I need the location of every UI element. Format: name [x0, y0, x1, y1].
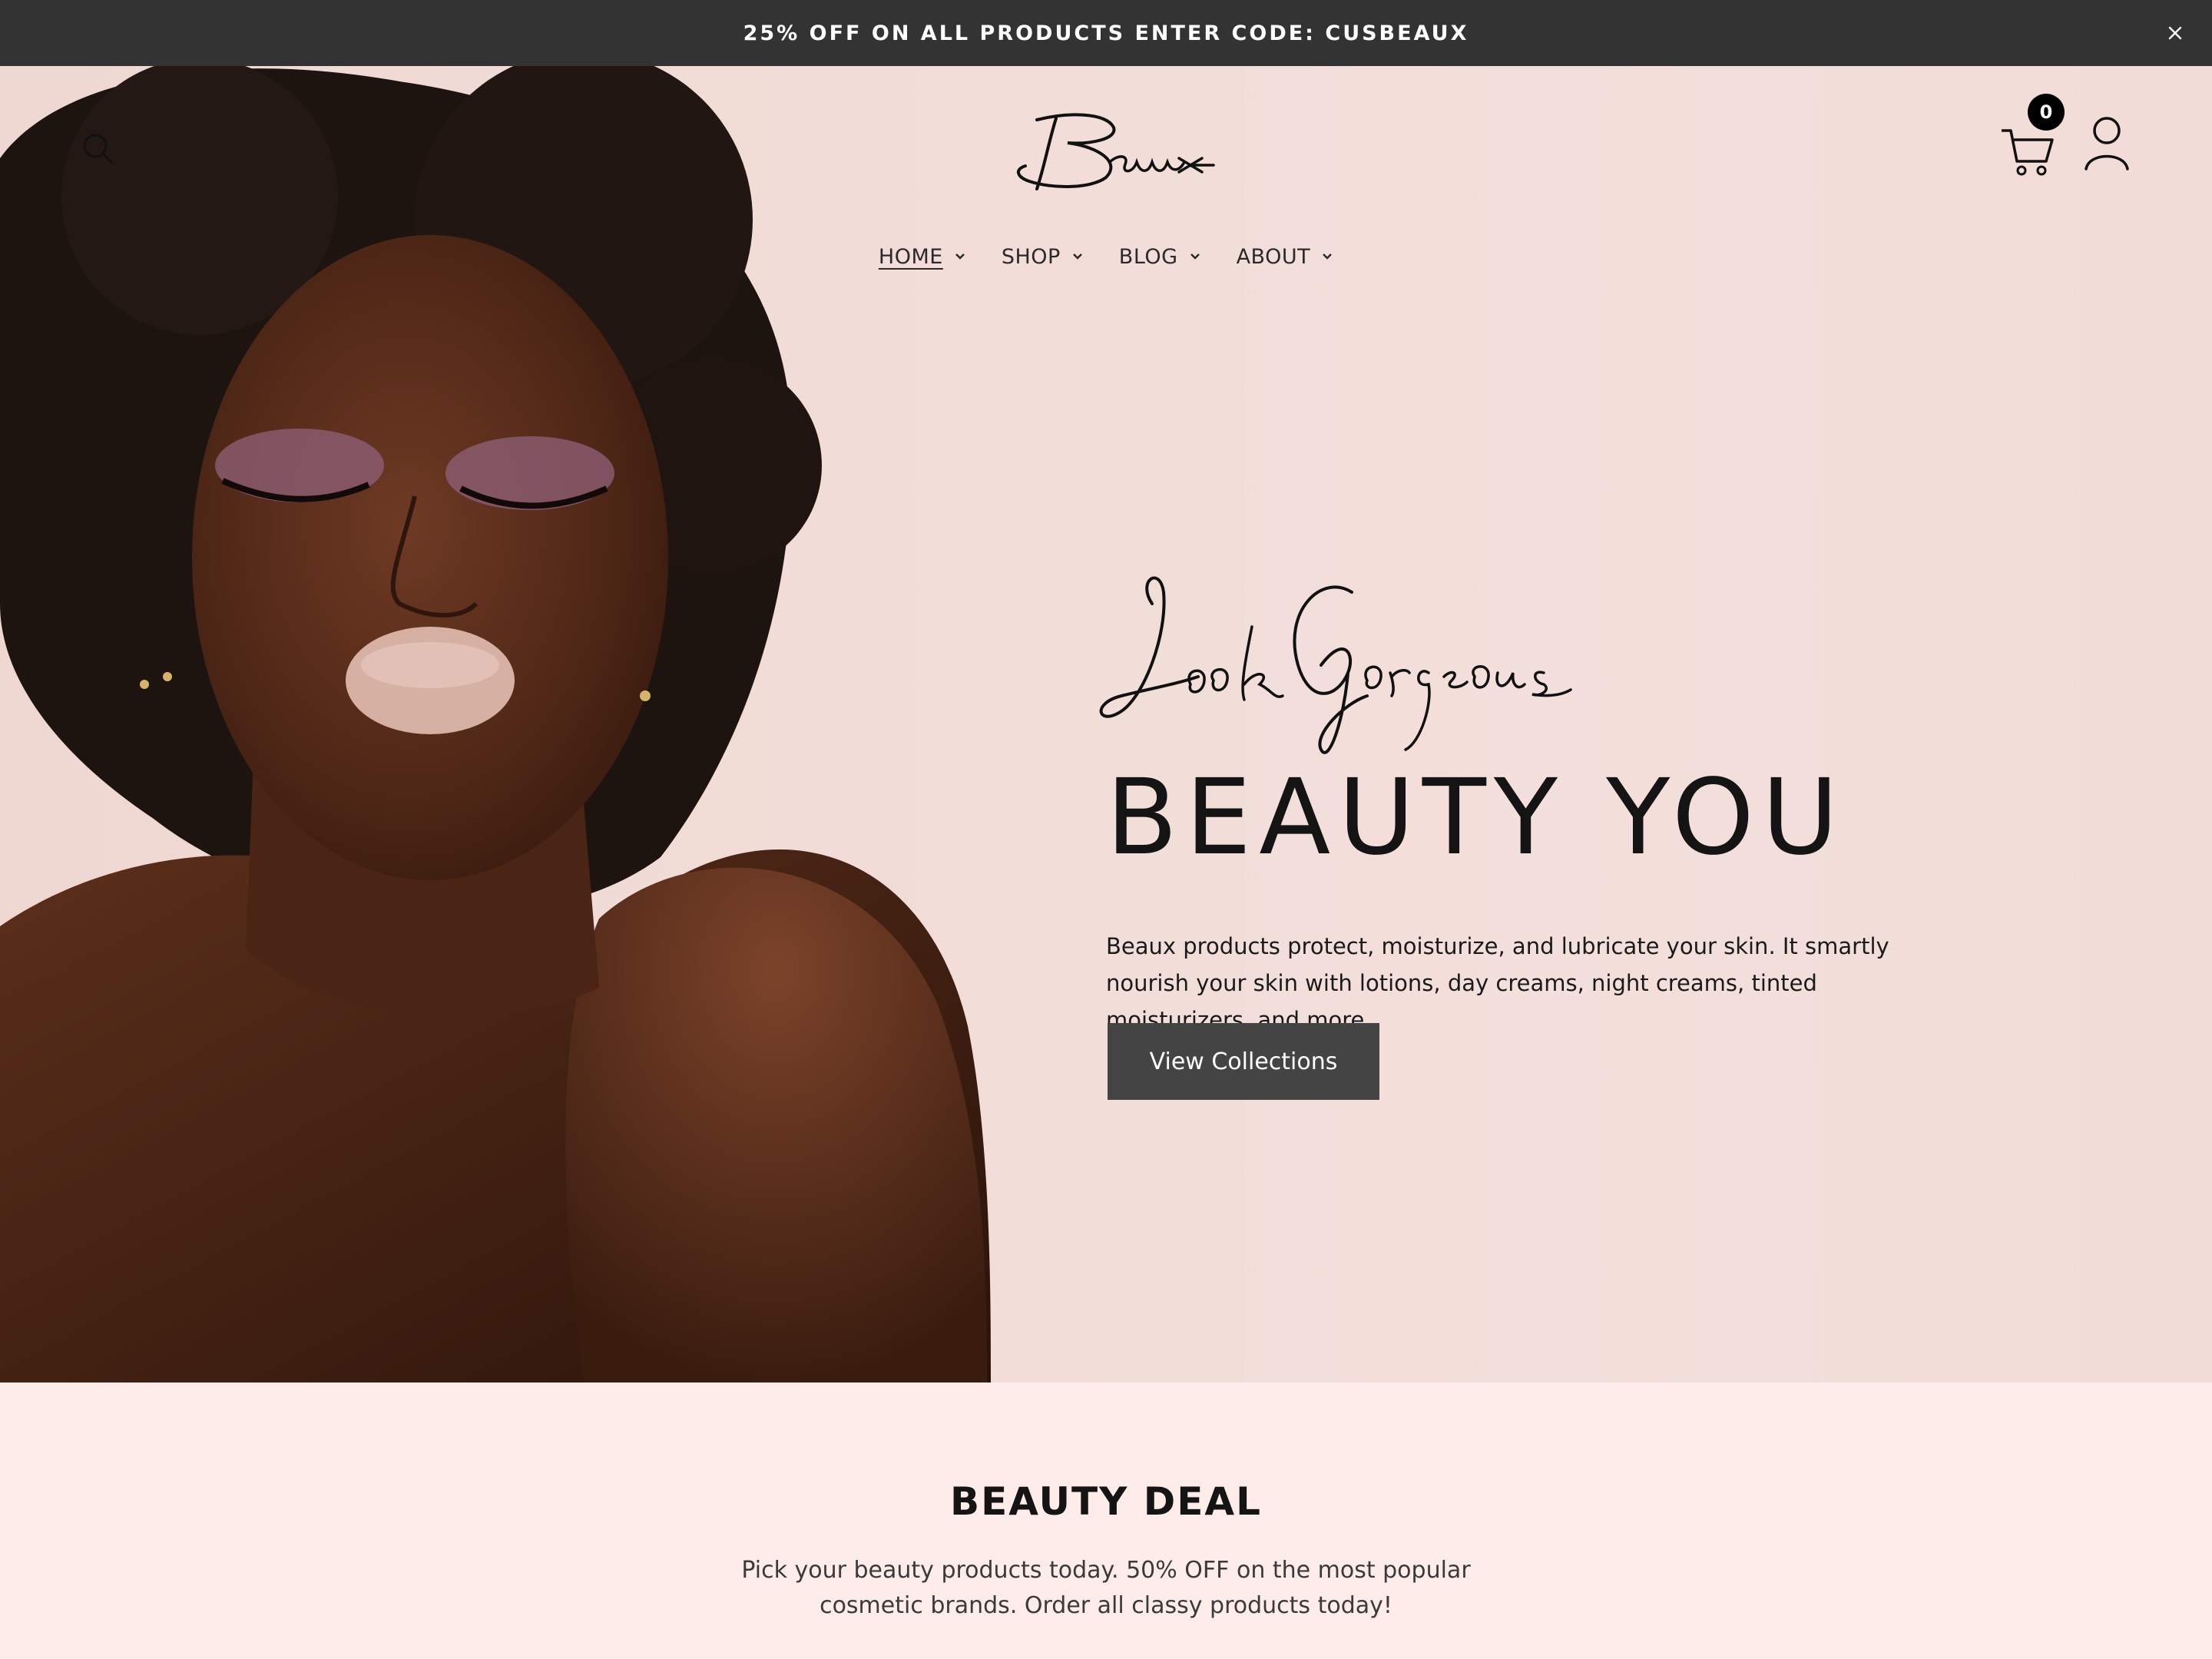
close-icon: [2168, 26, 2182, 40]
nav-item-label: SHOP: [1001, 244, 1061, 269]
deal-title: BEAUTY DEAL: [950, 1479, 1262, 1524]
chevron-down-icon: [1190, 253, 1200, 260]
brand-logo[interactable]: [983, 89, 1229, 204]
account-button[interactable]: [2081, 114, 2132, 172]
hero-title: BEAUTY YOU: [1106, 757, 1846, 879]
account-icon: [2085, 117, 2129, 171]
main-navigation: HOME SHOP BLOG ABOUT: [0, 233, 2212, 280]
nav-item-label: HOME: [878, 244, 943, 269]
hero-description: Beaux products protect, moisturize, and …: [1106, 933, 1889, 1033]
chevron-down-icon: [955, 253, 965, 260]
chevron-down-icon: [1072, 253, 1082, 260]
hero-banner: 0 HOME SHOP BLOG ABOUT BEAUTY YOU Beaux …: [0, 66, 2212, 1382]
search-icon: [83, 134, 114, 164]
nav-item-blog[interactable]: BLOG: [1119, 233, 1201, 280]
nav-item-label: ABOUT: [1236, 244, 1311, 269]
nav-item-home[interactable]: HOME: [879, 233, 966, 280]
chevron-down-icon: [1323, 253, 1332, 260]
deal-description: Pick your beauty products today. 50% OFF…: [741, 1557, 1471, 1619]
view-collections-button[interactable]: View Collections: [1108, 1023, 1379, 1100]
announcement-bar: 25% OFF ON ALL PRODUCTS ENTER CODE: CUSB…: [0, 0, 2212, 66]
cart-count-badge: 0: [2028, 94, 2065, 131]
hero-script-heading: [1099, 576, 1572, 754]
nav-item-about[interactable]: ABOUT: [1237, 233, 1334, 280]
announcement-text: 25% OFF ON ALL PRODUCTS ENTER CODE: CUSB…: [743, 21, 1469, 45]
beauty-deal-section: BEAUTY DEAL Pick your beauty products to…: [0, 1382, 2212, 1659]
search-button[interactable]: [77, 127, 123, 174]
close-announcement-button[interactable]: [2160, 18, 2190, 48]
nav-item-shop[interactable]: SHOP: [1002, 233, 1084, 280]
nav-item-label: BLOG: [1118, 244, 1178, 269]
